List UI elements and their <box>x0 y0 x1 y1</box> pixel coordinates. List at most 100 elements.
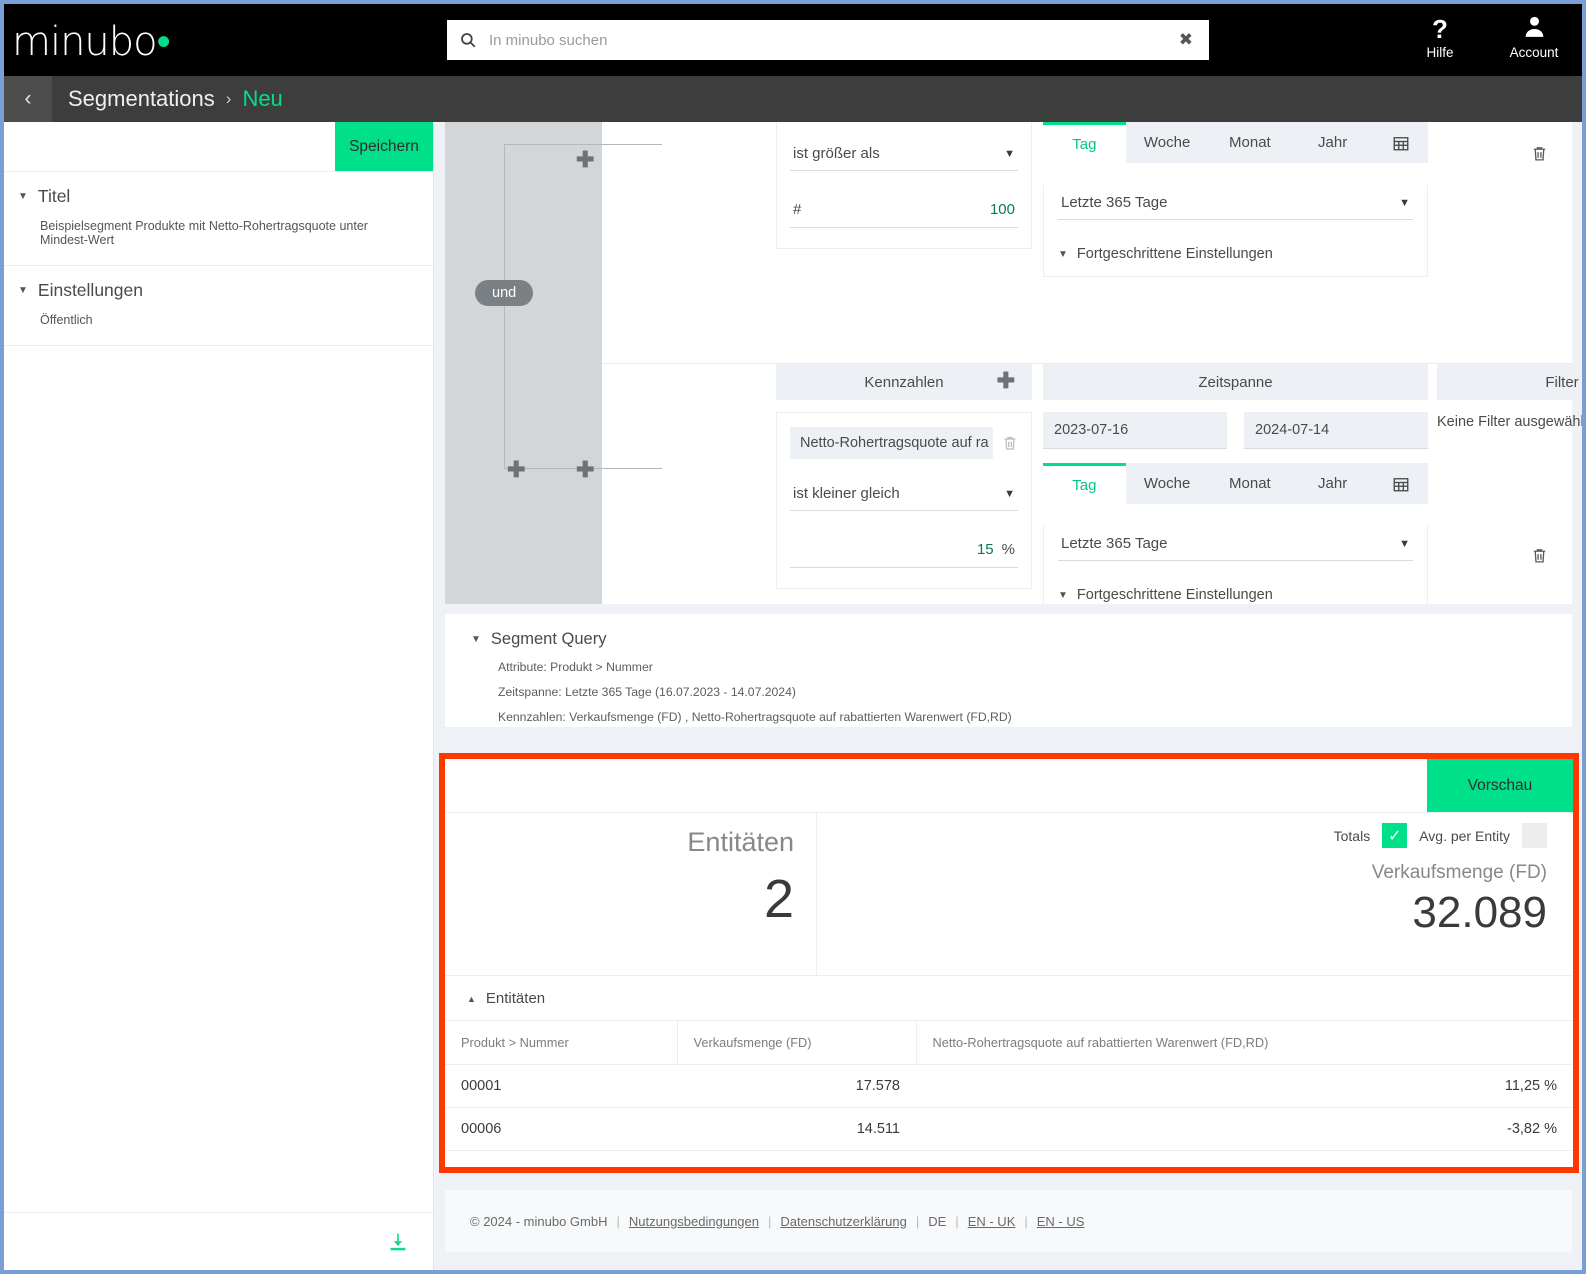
row2-operator-select[interactable]: ist kleiner gleich ▼ <box>790 476 1018 511</box>
condition-row-1: ist größer als ▼ # 100 Tag Woche Monat J… <box>602 122 1572 363</box>
sidebar-section-titel-header[interactable]: ▼ Titel <box>18 186 419 207</box>
query-builder: ✚ und ✚ ✚ ist größer als ▼ # 100 Tag Woc… <box>445 122 1582 618</box>
row1-operator-select[interactable]: ist größer als ▼ <box>790 136 1018 171</box>
calendar-icon <box>1393 136 1409 150</box>
global-search[interactable]: ✖ <box>447 20 1209 60</box>
avg-per-entity-checkbox[interactable] <box>1522 823 1547 848</box>
column-header-product[interactable]: Produkt > Nummer <box>445 1021 678 1065</box>
add-metric-button[interactable]: ✚ <box>997 370 1015 392</box>
left-sidebar: Speichern ▼ Titel Beispielsegment Produk… <box>4 122 434 1270</box>
app-window: minubo• ✖ ? Hilfe Account ‹ Seg <box>4 4 1582 1270</box>
row2-operator-value: ist kleiner gleich <box>793 485 900 502</box>
totals-checkbox[interactable]: ✓ <box>1382 823 1408 848</box>
top-bar: minubo• ✖ ? Hilfe Account <box>4 4 1582 76</box>
row2-timespan-body: Letzte 365 Tage ▼ ▼ Fortgeschrittene Ein… <box>1043 526 1428 618</box>
cell-margin: -3,82 % <box>916 1107 1573 1151</box>
privacy-link[interactable]: Datenschutzerklärung <box>780 1214 906 1229</box>
chevron-down-icon: ▼ <box>471 634 481 645</box>
save-button[interactable]: Speichern <box>335 122 433 171</box>
segment-query-timespan-value: Letzte 365 Tage (16.07.2023 - 14.07.2024… <box>565 685 796 699</box>
back-button[interactable]: ‹ <box>4 76 52 122</box>
sidebar-section-einstellungen: ▼ Einstellungen Öffentlich <box>4 266 433 346</box>
lang-de: DE <box>928 1213 947 1229</box>
segment-query-header[interactable]: ▼ Segment Query <box>471 630 1572 649</box>
row1-tab-woche[interactable]: Woche <box>1126 122 1209 163</box>
add-group-button-left[interactable]: ✚ <box>507 459 525 481</box>
row1-timespan-column: Tag Woche Monat Jahr Letzte 365 Tage ▼ ▼… <box>1043 122 1428 277</box>
copyright-text: © 2024 - minubo GmbH <box>470 1213 608 1229</box>
row2-advanced-toggle[interactable]: ▼ Fortgeschrittene Einstellungen <box>1058 561 1413 603</box>
account-button[interactable]: Account <box>1502 14 1566 62</box>
row1-tab-monat[interactable]: Monat <box>1209 122 1292 163</box>
row2-tab-jahr[interactable]: Jahr <box>1291 463 1374 504</box>
row1-value-input[interactable]: # 100 <box>790 191 1018 228</box>
download-row <box>4 1212 433 1270</box>
row2-tab-woche[interactable]: Woche <box>1126 463 1209 504</box>
breadcrumb-current[interactable]: Neu <box>242 86 282 112</box>
sidebar-section-einstellungen-label: Einstellungen <box>37 280 143 300</box>
row1-tab-tag[interactable]: Tag <box>1043 122 1126 163</box>
preview-button[interactable]: Vorschau <box>1427 759 1573 812</box>
row2-calendar-button[interactable] <box>1374 463 1428 504</box>
row2-filter-header[interactable]: Filter ✚ <box>1437 364 1582 400</box>
delete-metric-icon[interactable] <box>1002 434 1018 452</box>
row2-tab-tag[interactable]: Tag <box>1043 463 1126 504</box>
row1-metrics-column: ist größer als ▼ # 100 <box>776 122 1032 249</box>
user-icon <box>1502 14 1566 44</box>
close-icon[interactable]: ✖ <box>1175 30 1197 51</box>
chevron-right-icon: › <box>225 89 232 108</box>
breadcrumb-root[interactable]: Segmentations <box>68 86 215 112</box>
entities-section-header[interactable]: ▲ Entitäten <box>445 976 1573 1021</box>
minubo-logo[interactable]: minubo• <box>12 20 182 64</box>
delete-row-icon[interactable] <box>1531 546 1548 565</box>
column-header-quantity[interactable]: Verkaufsmenge (FD) <box>677 1021 917 1065</box>
add-group-button-right[interactable]: ✚ <box>576 459 594 481</box>
footer-separator: | <box>955 1213 959 1229</box>
condition-row-2: Kennzahlen ✚ Netto-Rohertragsquote auf r… <box>602 363 1582 618</box>
row2-metric-chip[interactable]: Netto-Rohertragsquote auf ra <box>790 427 993 459</box>
segment-query-timespan-label: Zeitspanne: <box>498 685 562 699</box>
kpi-entities: Entitäten 2 <box>445 813 817 975</box>
segment-query-metrics-label: Kennzahlen: <box>498 710 566 724</box>
row2-value-input[interactable]: 15 % <box>790 531 1018 568</box>
segment-title-value[interactable]: Beispielsegment Produkte mit Netto-Roher… <box>40 219 419 247</box>
help-button[interactable]: ? Hilfe <box>1408 14 1472 62</box>
footer-separator: | <box>616 1213 620 1229</box>
row1-calendar-button[interactable] <box>1374 122 1428 163</box>
search-input[interactable] <box>489 31 1175 49</box>
lang-en-us-link[interactable]: EN - US <box>1037 1214 1085 1229</box>
row1-tab-jahr[interactable]: Jahr <box>1291 122 1374 163</box>
row1-preset-select[interactable]: Letzte 365 Tage ▼ <box>1058 185 1413 220</box>
row2-date-to[interactable]: 2024-07-14 <box>1244 412 1428 449</box>
row2-preset-select[interactable]: Letzte 365 Tage ▼ <box>1058 526 1413 561</box>
segment-visibility-value[interactable]: Öffentlich <box>40 313 419 327</box>
operator-badge-und[interactable]: und <box>475 280 534 306</box>
lang-en-uk-link[interactable]: EN - UK <box>968 1214 1016 1229</box>
row1-timespan-body: Letzte 365 Tage ▼ ▼ Fortgeschrittene Ein… <box>1043 185 1428 277</box>
query-builder-rows: ist größer als ▼ # 100 Tag Woche Monat J… <box>602 122 1582 618</box>
add-condition-button[interactable]: ✚ <box>576 149 594 171</box>
cell-product: 00006 <box>445 1107 677 1151</box>
column-header-margin[interactable]: Netto-Rohertragsquote auf rabattierten W… <box>916 1021 1573 1065</box>
row2-timespan-column: Zeitspanne 2023-07-16 2024-07-14 Tag Woc… <box>1043 364 1428 618</box>
avg-per-entity-label: Avg. per Entity <box>1419 827 1510 844</box>
preview-panel: Vorschau Entitäten 2 Totals ✓ Avg. per E… <box>439 753 1579 1173</box>
row2-timespan-header[interactable]: Zeitspanne <box>1043 364 1428 400</box>
entities-section-title: Entitäten <box>485 990 546 1007</box>
cell-quantity: 14.511 <box>677 1107 916 1151</box>
terms-link[interactable]: Nutzungsbedingungen <box>629 1214 759 1229</box>
download-icon[interactable] <box>388 1232 408 1252</box>
row2-date-from[interactable]: 2023-07-16 <box>1043 412 1227 449</box>
delete-row-icon[interactable] <box>1531 144 1548 163</box>
table-row[interactable]: 00006 14.511 -3,82 % <box>445 1107 1573 1151</box>
row2-granularity-tabs: Tag Woche Monat Jahr <box>1043 463 1428 504</box>
row1-advanced-toggle[interactable]: ▼ Fortgeschrittene Einstellungen <box>1058 220 1413 262</box>
row2-filter-column: Filter ✚ Keine Filter ausgewählt <box>1437 364 1582 430</box>
query-builder-gutter: ✚ und ✚ ✚ <box>445 122 662 604</box>
cell-quantity: 17.578 <box>677 1064 916 1108</box>
table-row[interactable]: 00001 17.578 11,25 % <box>445 1064 1573 1108</box>
row2-tab-monat[interactable]: Monat <box>1209 463 1292 504</box>
row1-value: 100 <box>989 201 1015 218</box>
row2-metrics-header[interactable]: Kennzahlen ✚ <box>776 364 1032 400</box>
sidebar-section-einstellungen-header[interactable]: ▼ Einstellungen <box>18 280 419 301</box>
